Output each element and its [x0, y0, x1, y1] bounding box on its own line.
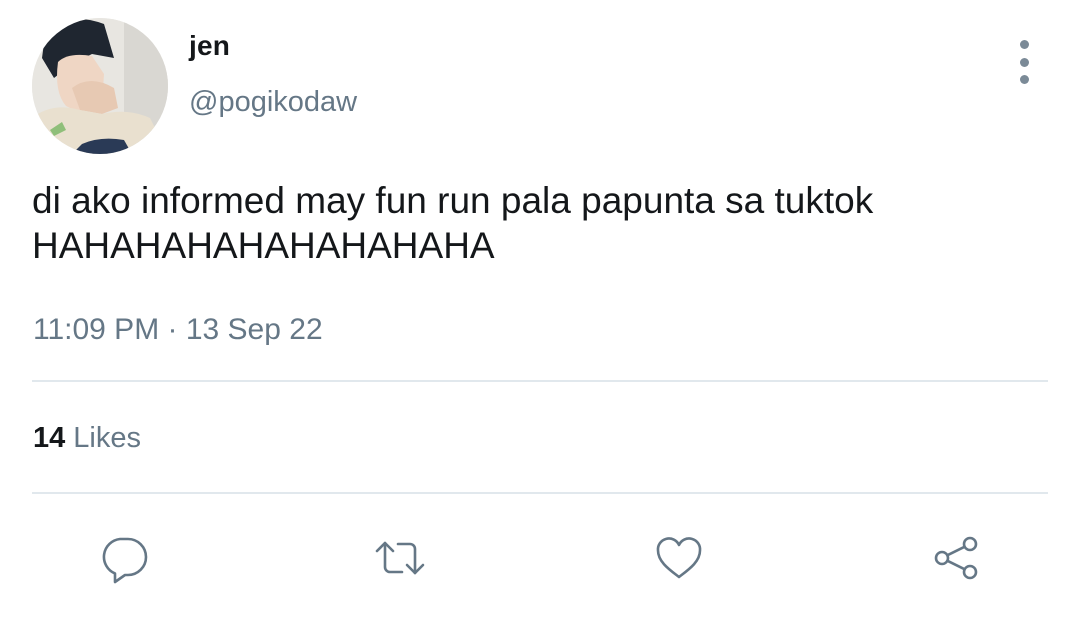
- tweet-timestamp: 11:09 PM · 13 Sep 22: [33, 313, 323, 346]
- likes-stat[interactable]: 14 Likes: [33, 422, 141, 455]
- divider: [32, 492, 1048, 494]
- user-handle[interactable]: @pogikodaw: [189, 86, 357, 119]
- avatar-photo: [32, 18, 168, 154]
- retweet-icon: [375, 541, 425, 575]
- share-button[interactable]: [928, 530, 984, 586]
- retweet-button[interactable]: [372, 530, 428, 586]
- more-dot: [1019, 57, 1029, 67]
- display-name[interactable]: jen: [189, 30, 230, 62]
- divider: [32, 380, 1048, 382]
- tweet: jen @pogikodaw di ako informed may fun r…: [0, 0, 1080, 621]
- like-button[interactable]: [651, 530, 707, 586]
- avatar[interactable]: [32, 18, 168, 154]
- tweet-text: di ako informed may fun run pala papunta…: [32, 180, 874, 266]
- reply-button[interactable]: [96, 530, 152, 586]
- more-dot: [1019, 40, 1029, 49]
- likes-label: Likes: [73, 422, 141, 454]
- likes-count: 14: [33, 422, 66, 454]
- more-dot: [1019, 75, 1029, 84]
- share-icon: [934, 536, 978, 580]
- reply-icon: [102, 537, 148, 584]
- heart-icon: [656, 537, 702, 579]
- more-vertical-icon[interactable]: [1004, 40, 1044, 84]
